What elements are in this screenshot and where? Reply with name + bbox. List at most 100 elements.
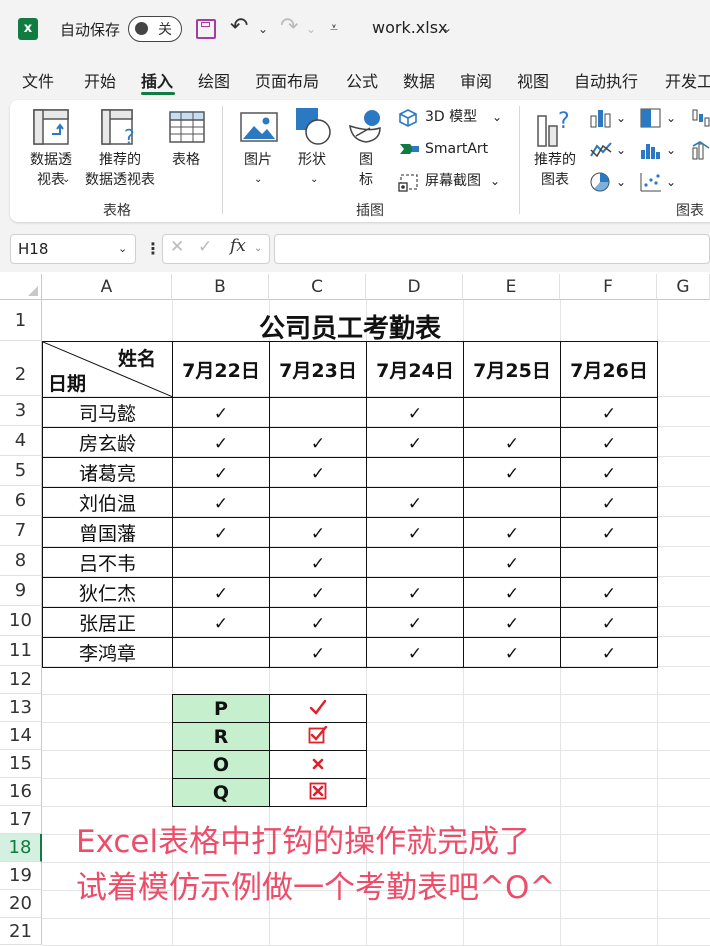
shapes-icon[interactable] bbox=[294, 106, 334, 146]
legend-symbol-cell[interactable] bbox=[269, 722, 367, 751]
attendance-cell[interactable]: ✓ bbox=[366, 637, 464, 668]
undo-icon[interactable]: ↶ bbox=[230, 14, 248, 39]
column-header-c[interactable]: C bbox=[269, 274, 366, 300]
attendance-cell[interactable]: ✓ bbox=[560, 397, 658, 428]
tab-view[interactable]: 视图 bbox=[517, 68, 549, 92]
legend-symbol-cell[interactable] bbox=[269, 778, 367, 807]
row-header-6[interactable]: 6 bbox=[0, 486, 42, 516]
row-header-17[interactable]: 17 bbox=[0, 806, 42, 834]
pie-chart-icon[interactable] bbox=[590, 172, 612, 192]
employee-name-cell[interactable]: 刘伯温 bbox=[42, 487, 173, 518]
pictures-dropdown-icon[interactable]: ⌄ bbox=[254, 170, 262, 190]
icons-button[interactable]: 图 标 bbox=[356, 150, 376, 190]
row-header-4[interactable]: 4 bbox=[0, 426, 42, 456]
tab-file[interactable]: 文件 bbox=[22, 68, 54, 92]
3d-model-icon[interactable] bbox=[398, 108, 418, 128]
attendance-cell[interactable]: ✓ bbox=[269, 457, 367, 488]
attendance-cell[interactable] bbox=[172, 547, 270, 578]
undo-dropdown-icon[interactable]: ⌄ bbox=[258, 22, 268, 36]
waterfall-chart-icon[interactable] bbox=[692, 108, 710, 128]
attendance-cell[interactable]: ✓ bbox=[463, 457, 561, 488]
attendance-cell[interactable]: ✓ bbox=[560, 427, 658, 458]
attendance-cell[interactable]: ✓ bbox=[463, 607, 561, 638]
tab-insert[interactable]: 插入 bbox=[141, 68, 173, 92]
screenshot-icon[interactable] bbox=[398, 172, 420, 192]
row-header-19[interactable]: 19 bbox=[0, 862, 42, 890]
recommended-pivot-button[interactable]: 推荐的 数据透视表 bbox=[80, 150, 160, 190]
tab-formulas[interactable]: 公式 bbox=[346, 68, 378, 92]
screenshot-dropdown-icon[interactable]: ⌄ bbox=[490, 171, 500, 191]
row-header-21[interactable]: 21 bbox=[0, 918, 42, 945]
attendance-cell[interactable]: ✓ bbox=[560, 517, 658, 548]
tab-home[interactable]: 开始 bbox=[84, 68, 116, 92]
formula-input[interactable] bbox=[274, 234, 710, 264]
attendance-cell[interactable]: ✓ bbox=[269, 547, 367, 578]
attendance-cell[interactable]: ✓ bbox=[463, 547, 561, 578]
attendance-cell[interactable] bbox=[463, 397, 561, 428]
row-header-13[interactable]: 13 bbox=[0, 694, 42, 722]
row-header-9[interactable]: 9 bbox=[0, 576, 42, 606]
3d-model-button[interactable]: 3D 模型 bbox=[425, 107, 477, 127]
attendance-cell[interactable] bbox=[366, 457, 464, 488]
corner-header-cell[interactable]: 姓名 日期 bbox=[42, 341, 173, 398]
column-header-e[interactable]: E bbox=[463, 274, 560, 300]
hierarchy-chart-dropdown-icon[interactable]: ⌄ bbox=[666, 108, 676, 128]
date-header-cell[interactable]: 7月26日 bbox=[560, 341, 658, 398]
employee-name-cell[interactable]: 诸葛亮 bbox=[42, 457, 173, 488]
file-name[interactable]: work.xlsx bbox=[372, 18, 448, 37]
3d-model-dropdown-icon[interactable]: ⌄ bbox=[492, 107, 502, 127]
icons-icon[interactable] bbox=[346, 106, 386, 146]
table-button[interactable]: 表格 bbox=[172, 150, 200, 170]
employee-name-cell[interactable]: 狄仁杰 bbox=[42, 577, 173, 608]
attendance-cell[interactable]: ✓ bbox=[172, 427, 270, 458]
employee-name-cell[interactable]: 张居正 bbox=[42, 607, 173, 638]
more-options-icon[interactable]: ⋮ bbox=[145, 239, 161, 258]
pictures-button[interactable]: 图片 bbox=[244, 150, 272, 170]
row-header-7[interactable]: 7 bbox=[0, 516, 42, 546]
column-header-d[interactable]: D bbox=[366, 274, 463, 300]
combo-chart-icon[interactable] bbox=[692, 140, 710, 160]
attendance-cell[interactable]: ✓ bbox=[269, 517, 367, 548]
column-chart-dropdown-icon[interactable]: ⌄ bbox=[616, 108, 626, 128]
tab-developer[interactable]: 开发工 bbox=[665, 68, 710, 92]
attendance-cell[interactable]: ✓ bbox=[463, 517, 561, 548]
row-header-1[interactable]: 1 bbox=[0, 300, 42, 341]
date-header-cell[interactable]: 7月24日 bbox=[366, 341, 464, 398]
attendance-cell[interactable] bbox=[269, 487, 367, 518]
legend-letter-cell[interactable]: Q bbox=[172, 778, 270, 807]
table-icon[interactable] bbox=[168, 110, 206, 144]
employee-name-cell[interactable]: 吕不韦 bbox=[42, 547, 173, 578]
tab-data[interactable]: 数据 bbox=[403, 68, 435, 92]
customize-qat-icon[interactable]: ⩡ bbox=[330, 20, 338, 36]
attendance-cell[interactable]: ✓ bbox=[366, 487, 464, 518]
insert-function-icon[interactable]: fx bbox=[230, 236, 246, 256]
attendance-cell[interactable]: ✓ bbox=[560, 577, 658, 608]
attendance-cell[interactable]: ✓ bbox=[172, 607, 270, 638]
attendance-cell[interactable]: ✓ bbox=[366, 517, 464, 548]
tab-automate[interactable]: 自动执行 bbox=[574, 68, 638, 92]
legend-letter-cell[interactable]: R bbox=[172, 722, 270, 751]
statistic-chart-dropdown-icon[interactable]: ⌄ bbox=[666, 140, 676, 160]
employee-name-cell[interactable]: 司马懿 bbox=[42, 397, 173, 428]
attendance-cell[interactable] bbox=[560, 547, 658, 578]
legend-letter-cell[interactable]: O bbox=[172, 750, 270, 779]
attendance-cell[interactable]: ✓ bbox=[560, 457, 658, 488]
tab-draw[interactable]: 绘图 bbox=[198, 68, 230, 92]
column-header-b[interactable]: B bbox=[172, 274, 269, 300]
pivot-dropdown-icon[interactable]: ⌄ bbox=[62, 170, 70, 190]
row-header-5[interactable]: 5 bbox=[0, 456, 42, 486]
pie-chart-dropdown-icon[interactable]: ⌄ bbox=[616, 172, 626, 192]
pictures-icon[interactable] bbox=[240, 112, 278, 142]
redo-icon[interactable]: ↷ bbox=[280, 14, 298, 39]
employee-name-cell[interactable]: 曾国藩 bbox=[42, 517, 173, 548]
attendance-cell[interactable]: ✓ bbox=[560, 487, 658, 518]
recommended-pivot-icon[interactable]: ? bbox=[100, 108, 140, 148]
row-header-14[interactable]: 14 bbox=[0, 722, 42, 750]
column-header-a[interactable]: A bbox=[42, 274, 172, 300]
attendance-cell[interactable]: ✓ bbox=[366, 397, 464, 428]
attendance-cell[interactable]: ✓ bbox=[269, 637, 367, 668]
statistic-chart-icon[interactable] bbox=[640, 140, 662, 160]
attendance-cell[interactable] bbox=[269, 397, 367, 428]
attendance-cell[interactable]: ✓ bbox=[172, 397, 270, 428]
employee-name-cell[interactable]: 李鸿章 bbox=[42, 637, 173, 668]
